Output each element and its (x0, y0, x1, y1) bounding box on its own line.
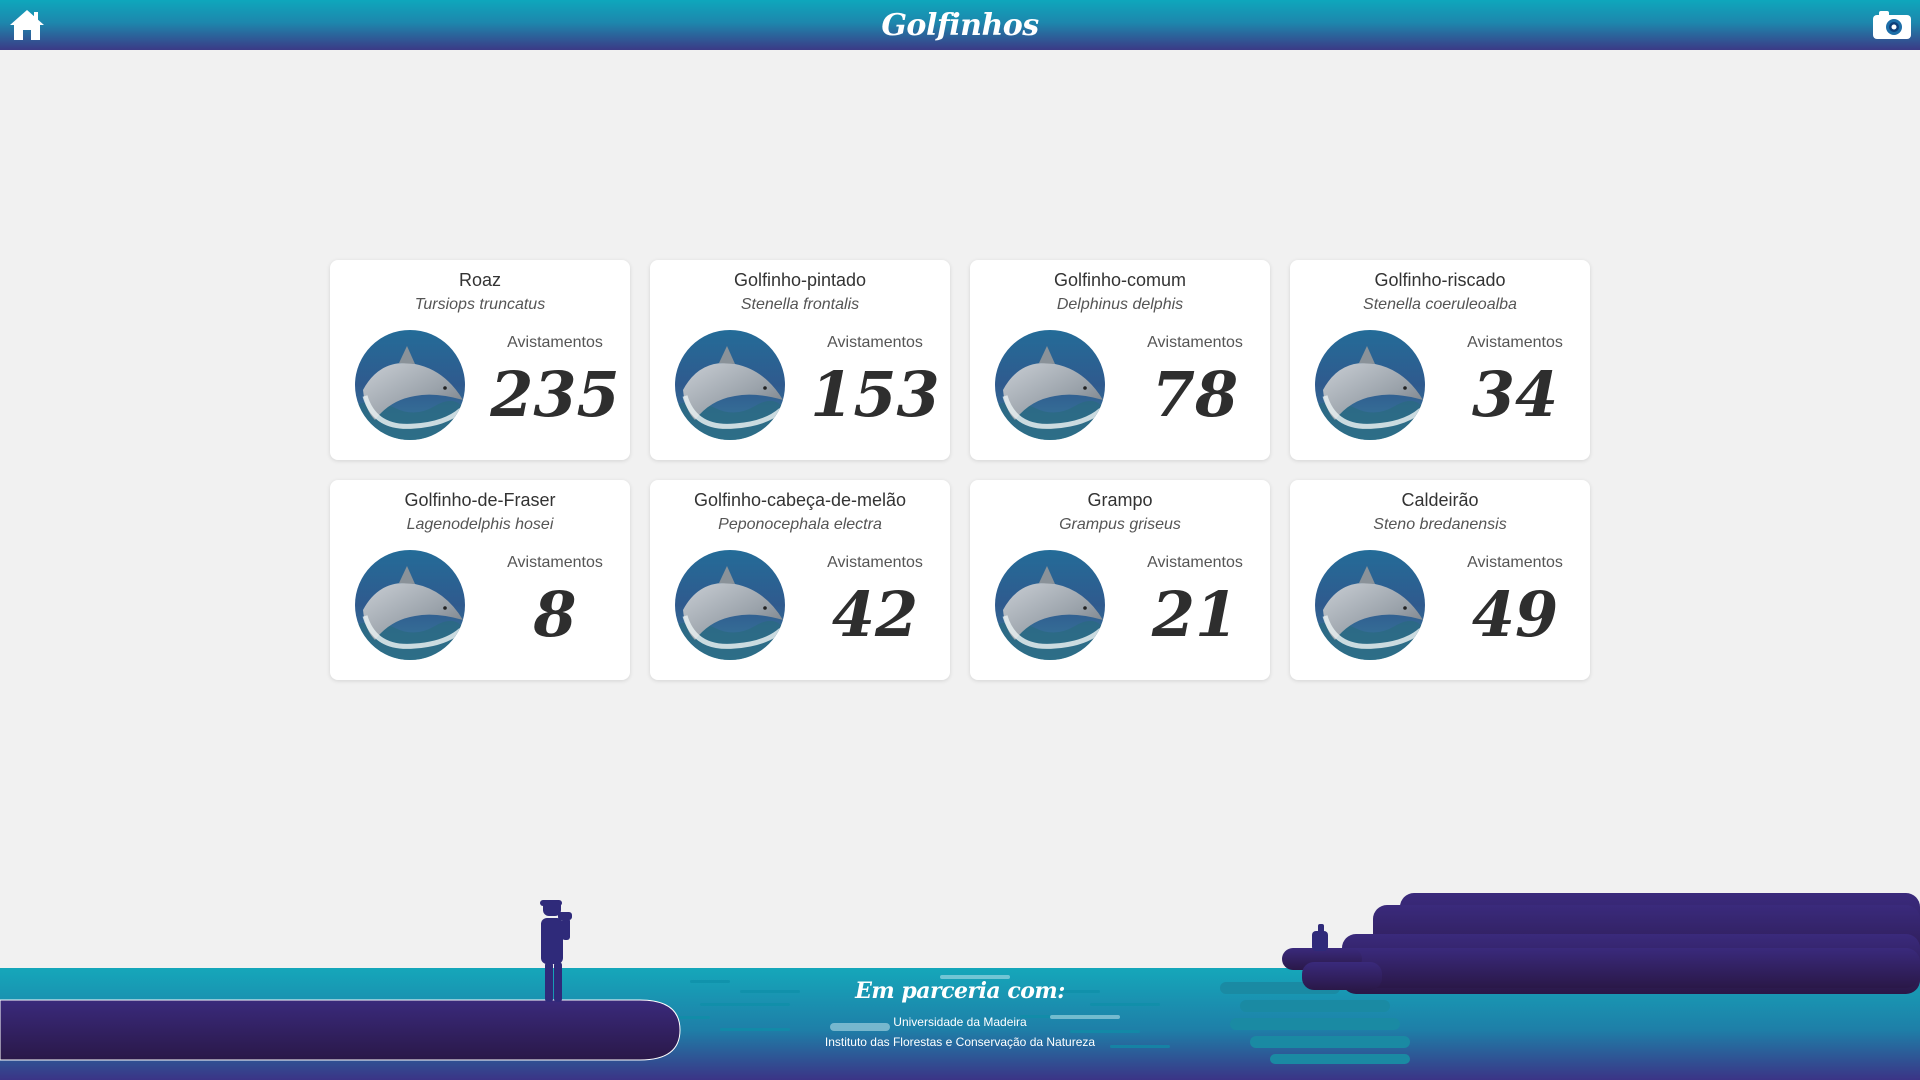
partners-title: Em parceria com: (855, 978, 1065, 1004)
species-scientific-name: Grampus griseus (1059, 516, 1181, 533)
sightings-label: Avistamentos (827, 554, 923, 571)
home-icon (10, 10, 44, 40)
sightings-count: 21 (1151, 578, 1239, 651)
species-name: Golfinho-riscado (1374, 270, 1506, 290)
sightings-count: 49 (1471, 578, 1559, 651)
species-grid: Roaz Tursiops truncatus Avistamentos 235… (330, 260, 1590, 680)
right-rock (1282, 893, 1920, 994)
sightings-label: Avistamentos (1467, 334, 1563, 351)
sightings-label: Avistamentos (1467, 554, 1563, 571)
species-name: Golfinho-comum (1053, 270, 1187, 290)
species-scientific-name: Tursiops truncatus (414, 296, 546, 313)
species-card[interactable]: Grampo Grampus griseus Avistamentos 21 (970, 480, 1270, 680)
sightings-count: 153 (810, 358, 940, 431)
partner-link[interactable]: Universidade da Madeira (760, 1012, 1160, 1032)
species-card[interactable]: Golfinho-pintado Stenella frontalis Avis… (650, 260, 950, 460)
species-name: Roaz (458, 270, 502, 290)
dolphin-photo (675, 330, 785, 440)
sightings-count: 78 (1151, 358, 1239, 431)
species-scientific-name: Lagenodelphis hosei (406, 516, 554, 533)
species-card[interactable]: Caldeirão Steno bredanensis Avistamentos… (1290, 480, 1590, 680)
home-button[interactable] (8, 8, 46, 42)
sightings-label: Avistamentos (507, 554, 603, 571)
species-name: Golfinho-pintado (733, 270, 867, 290)
partners-section: Em parceria com: Universidade da Madeira… (760, 978, 1160, 1052)
species-card[interactable]: Golfinho-de-Fraser Lagenodelphis hosei A… (330, 480, 630, 680)
sightings-label: Avistamentos (1147, 334, 1243, 351)
species-card[interactable]: Golfinho-riscado Stenella coeruleoalba A… (1290, 260, 1590, 460)
species-card[interactable]: Golfinho-comum Delphinus delphis Avistam… (970, 260, 1270, 460)
species-name: Golfinho-de-Fraser (404, 490, 556, 510)
right-water-lines (1220, 982, 1410, 1064)
sightings-count: 8 (533, 578, 577, 651)
sightings-label: Avistamentos (827, 334, 923, 351)
app-header: Golfinhos (0, 0, 1920, 50)
camera-button[interactable] (1872, 10, 1912, 40)
partner-link[interactable]: Instituto das Florestas e Conservação da… (760, 1032, 1160, 1052)
dolphin-photo (995, 550, 1105, 660)
species-scientific-name: Stenella coeruleoalba (1363, 296, 1517, 313)
species-name: Caldeirão (1401, 490, 1479, 510)
sightings-count: 42 (831, 578, 919, 651)
sightings-label: Avistamentos (507, 334, 603, 351)
dolphin-photo (995, 330, 1105, 440)
species-scientific-name: Stenella frontalis (740, 296, 860, 313)
dolphin-photo (1315, 330, 1425, 440)
left-rock (0, 999, 681, 1061)
species-name: Golfinho-cabeça-de-melão (693, 490, 907, 510)
dolphin-photo (675, 550, 785, 660)
species-scientific-name: Peponocephala electra (718, 516, 882, 533)
species-scientific-name: Delphinus delphis (1056, 296, 1184, 313)
species-name: Grampo (1087, 490, 1153, 510)
species-card[interactable]: Roaz Tursiops truncatus Avistamentos 235 (330, 260, 630, 460)
dolphin-photo (355, 330, 465, 440)
dolphin-photo (355, 550, 465, 660)
sightings-count: 235 (490, 358, 620, 431)
boat-silhouette (1312, 924, 1328, 951)
observer-silhouette (540, 900, 572, 1002)
species-scientific-name: Steno bredanensis (1373, 516, 1507, 533)
dolphin-photo (1315, 550, 1425, 660)
sightings-count: 34 (1471, 358, 1559, 431)
species-card[interactable]: Golfinho-cabeça-de-melão Peponocephala e… (650, 480, 950, 680)
page-title: Golfinhos (881, 7, 1039, 43)
sightings-label: Avistamentos (1147, 554, 1243, 571)
camera-icon (1873, 11, 1911, 39)
